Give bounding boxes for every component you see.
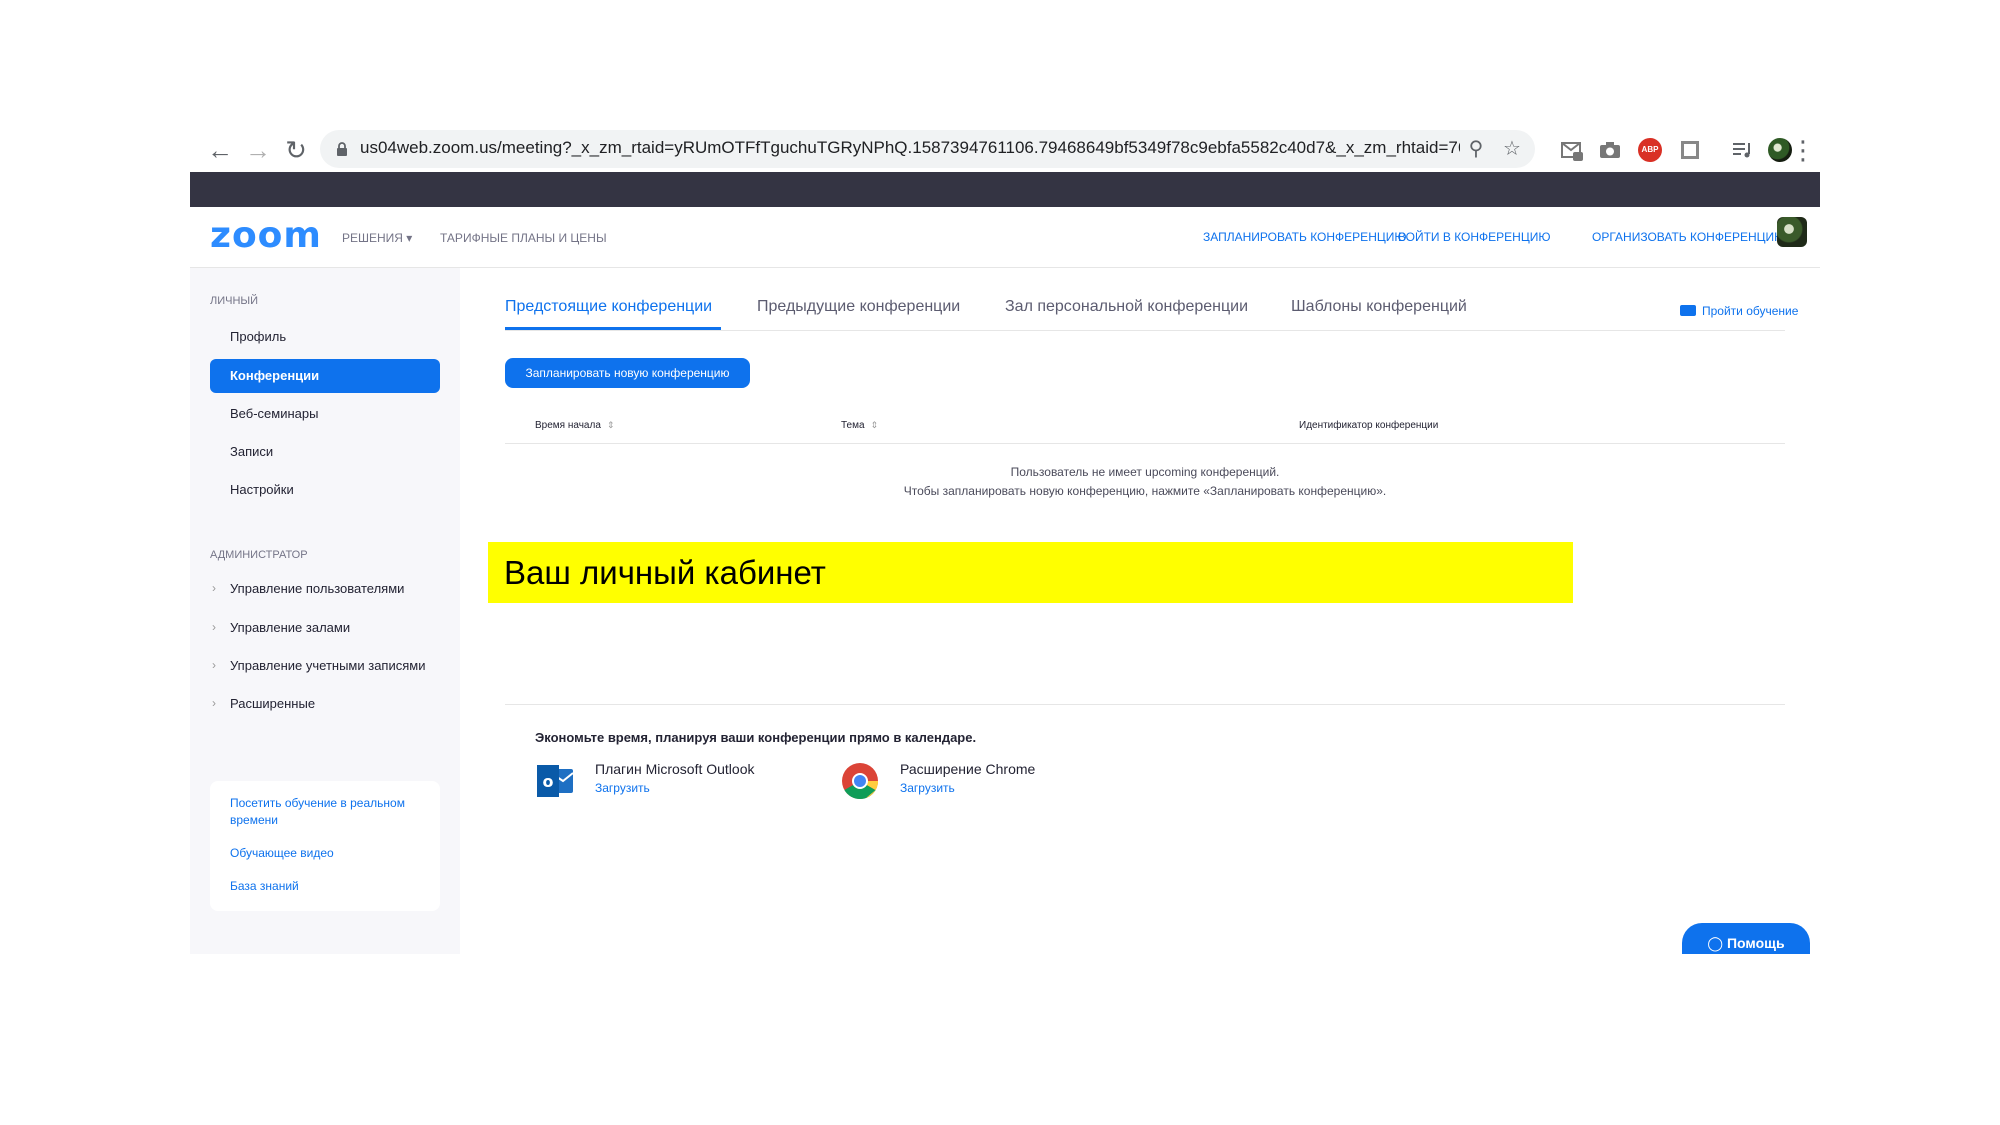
chat-bubble-icon: ◯ [1707, 935, 1727, 951]
gmail-extension-icon[interactable] [1560, 138, 1584, 162]
calendar-promo-title: Экономьте время, планируя ваши конференц… [535, 730, 977, 745]
zoom-logo[interactable]: zoom [210, 215, 322, 256]
solutions-menu[interactable]: РЕШЕНИЯ ▾ [342, 231, 412, 245]
address-bar[interactable]: us04web.zoom.us/meeting?_x_zm_rtaid=yRUm… [320, 130, 1535, 168]
column-meeting-id: Идентификатор конференции [1299, 420, 1439, 431]
outlook-plugin-name: Плагин Microsoft Outlook [595, 761, 755, 777]
tab-previous[interactable]: Предыдущие конференции [757, 298, 960, 316]
training-link[interactable]: Пройти обучение [1680, 304, 1798, 318]
chevron-right-icon: › [212, 620, 216, 634]
main-content: Предстоящие конференции Предыдущие конфе… [460, 268, 1820, 954]
profile-avatar-icon[interactable] [1768, 138, 1792, 162]
sidebar-item-user-management[interactable]: Управление пользователями [230, 581, 404, 596]
tab-upcoming[interactable]: Предстоящие конференции [505, 298, 712, 316]
zoom-icon[interactable]: ⚲ [1463, 136, 1489, 162]
chevron-right-icon: › [212, 581, 216, 595]
section-divider [505, 704, 1785, 705]
sidebar-item-account-management[interactable]: Управление учетными записями [230, 658, 425, 673]
sidebar-item-meetings[interactable]: Конференции [210, 359, 440, 393]
sidebar-item-recordings[interactable]: Записи [230, 444, 273, 459]
star-icon[interactable]: ☆ [1499, 136, 1525, 162]
dark-banner [190, 172, 1820, 207]
adblock-icon[interactable]: ABP [1638, 138, 1662, 162]
video-camera-icon [1680, 305, 1696, 316]
outlook-download-link[interactable]: Загрузить [595, 781, 650, 795]
menu-icon[interactable]: ⋮ [1790, 134, 1816, 166]
sort-icon: ⇕ [606, 420, 615, 430]
personal-section-label: ЛИЧНЫЙ [210, 295, 259, 307]
caption-overlay: Ваш личный кабинет [488, 542, 1573, 603]
active-tab-underline [505, 327, 721, 330]
browser-toolbar: ← → ↻ us04web.zoom.us/meeting?_x_zm_rtai… [190, 126, 1820, 174]
help-label: Помощь [1726, 935, 1785, 951]
training-video-link[interactable]: Обучающее видео [230, 845, 430, 862]
empty-line-1: Пользователь не имеет upcoming конференц… [1010, 465, 1280, 479]
chrome-download-link[interactable]: Загрузить [900, 781, 955, 795]
chrome-icon [842, 763, 878, 800]
top-navigation: zoom РЕШЕНИЯ ▾ ТАРИФНЫЕ ПЛАНЫ И ЦЕНЫ ЗАП… [190, 207, 1820, 268]
sidebar-item-settings[interactable]: Настройки [230, 482, 294, 497]
back-icon[interactable]: ← [204, 134, 236, 166]
meeting-tabs: Предстоящие конференции Предыдущие конфе… [505, 268, 1798, 331]
chevron-right-icon: › [212, 658, 216, 672]
column-label: Время начала [535, 420, 601, 431]
bookmark-extension-icon[interactable] [1678, 138, 1702, 162]
help-button[interactable]: ◯ Помощь [1682, 923, 1810, 954]
reload-icon[interactable]: ↻ [280, 134, 312, 166]
live-training-link[interactable]: Посетить обучение в реальном времени [230, 795, 430, 829]
playlist-icon[interactable] [1730, 138, 1754, 162]
tab-templates[interactable]: Шаблоны конференций [1291, 298, 1467, 316]
chevron-right-icon: › [212, 696, 216, 710]
schedule-new-meeting-button[interactable]: Запланировать новую конференцию [505, 358, 750, 388]
learning-card: Посетить обучение в реальном времени Обу… [210, 781, 440, 911]
host-meeting-menu[interactable]: ОРГАНИЗОВАТЬ КОНФЕРЕНЦИЮ ▾ [1592, 230, 1796, 244]
admin-section-label: АДМИНИСТРАТОР [210, 549, 308, 561]
column-start-time[interactable]: Время начала ⇕ [535, 420, 614, 431]
meetings-table-header: Время начала ⇕ Тема ⇕ Идентификатор конфер… [505, 403, 1785, 444]
svg-text:o: o [543, 772, 554, 791]
column-label: Тема [841, 420, 865, 431]
forward-icon[interactable]: → [242, 134, 274, 166]
training-label: Пройти обучение [1702, 304, 1799, 318]
empty-state-message: Пользователь не имеет upcoming конференц… [505, 463, 1785, 501]
lock-icon [337, 142, 347, 156]
sort-icon: ⇕ [870, 420, 879, 430]
chrome-extension-name: Расширение Chrome [900, 761, 1036, 777]
sidebar-item-advanced[interactable]: Расширенные [230, 696, 315, 711]
outlook-icon: o [537, 765, 574, 797]
caption-text: Ваш личный кабинет [504, 554, 826, 591]
sidebar-item-label: Конференции [230, 368, 320, 383]
knowledge-base-link[interactable]: База знаний [230, 878, 430, 895]
sidebar-item-room-management[interactable]: Управление залами [230, 620, 350, 635]
url-text: us04web.zoom.us/meeting?_x_zm_rtaid=yRUm… [360, 138, 1460, 157]
column-topic[interactable]: Тема ⇕ [841, 420, 878, 431]
join-meeting-link[interactable]: ВОЙТИ В КОНФЕРЕНЦИЮ [1398, 230, 1550, 244]
schedule-meeting-link[interactable]: ЗАПЛАНИРОВАТЬ КОНФЕРЕНЦИЮ [1203, 230, 1406, 244]
avatar[interactable] [1777, 217, 1807, 247]
sidebar-item-profile[interactable]: Профиль [230, 329, 286, 344]
plans-link[interactable]: ТАРИФНЫЕ ПЛАНЫ И ЦЕНЫ [440, 231, 607, 245]
sidebar-item-webinars[interactable]: Веб-семинары [230, 406, 318, 421]
tab-personal-room[interactable]: Зал персональной конференции [1005, 298, 1248, 316]
empty-line-2: Чтобы запланировать новую конференцию, н… [903, 484, 1387, 498]
camera-extension-icon[interactable] [1598, 138, 1622, 162]
